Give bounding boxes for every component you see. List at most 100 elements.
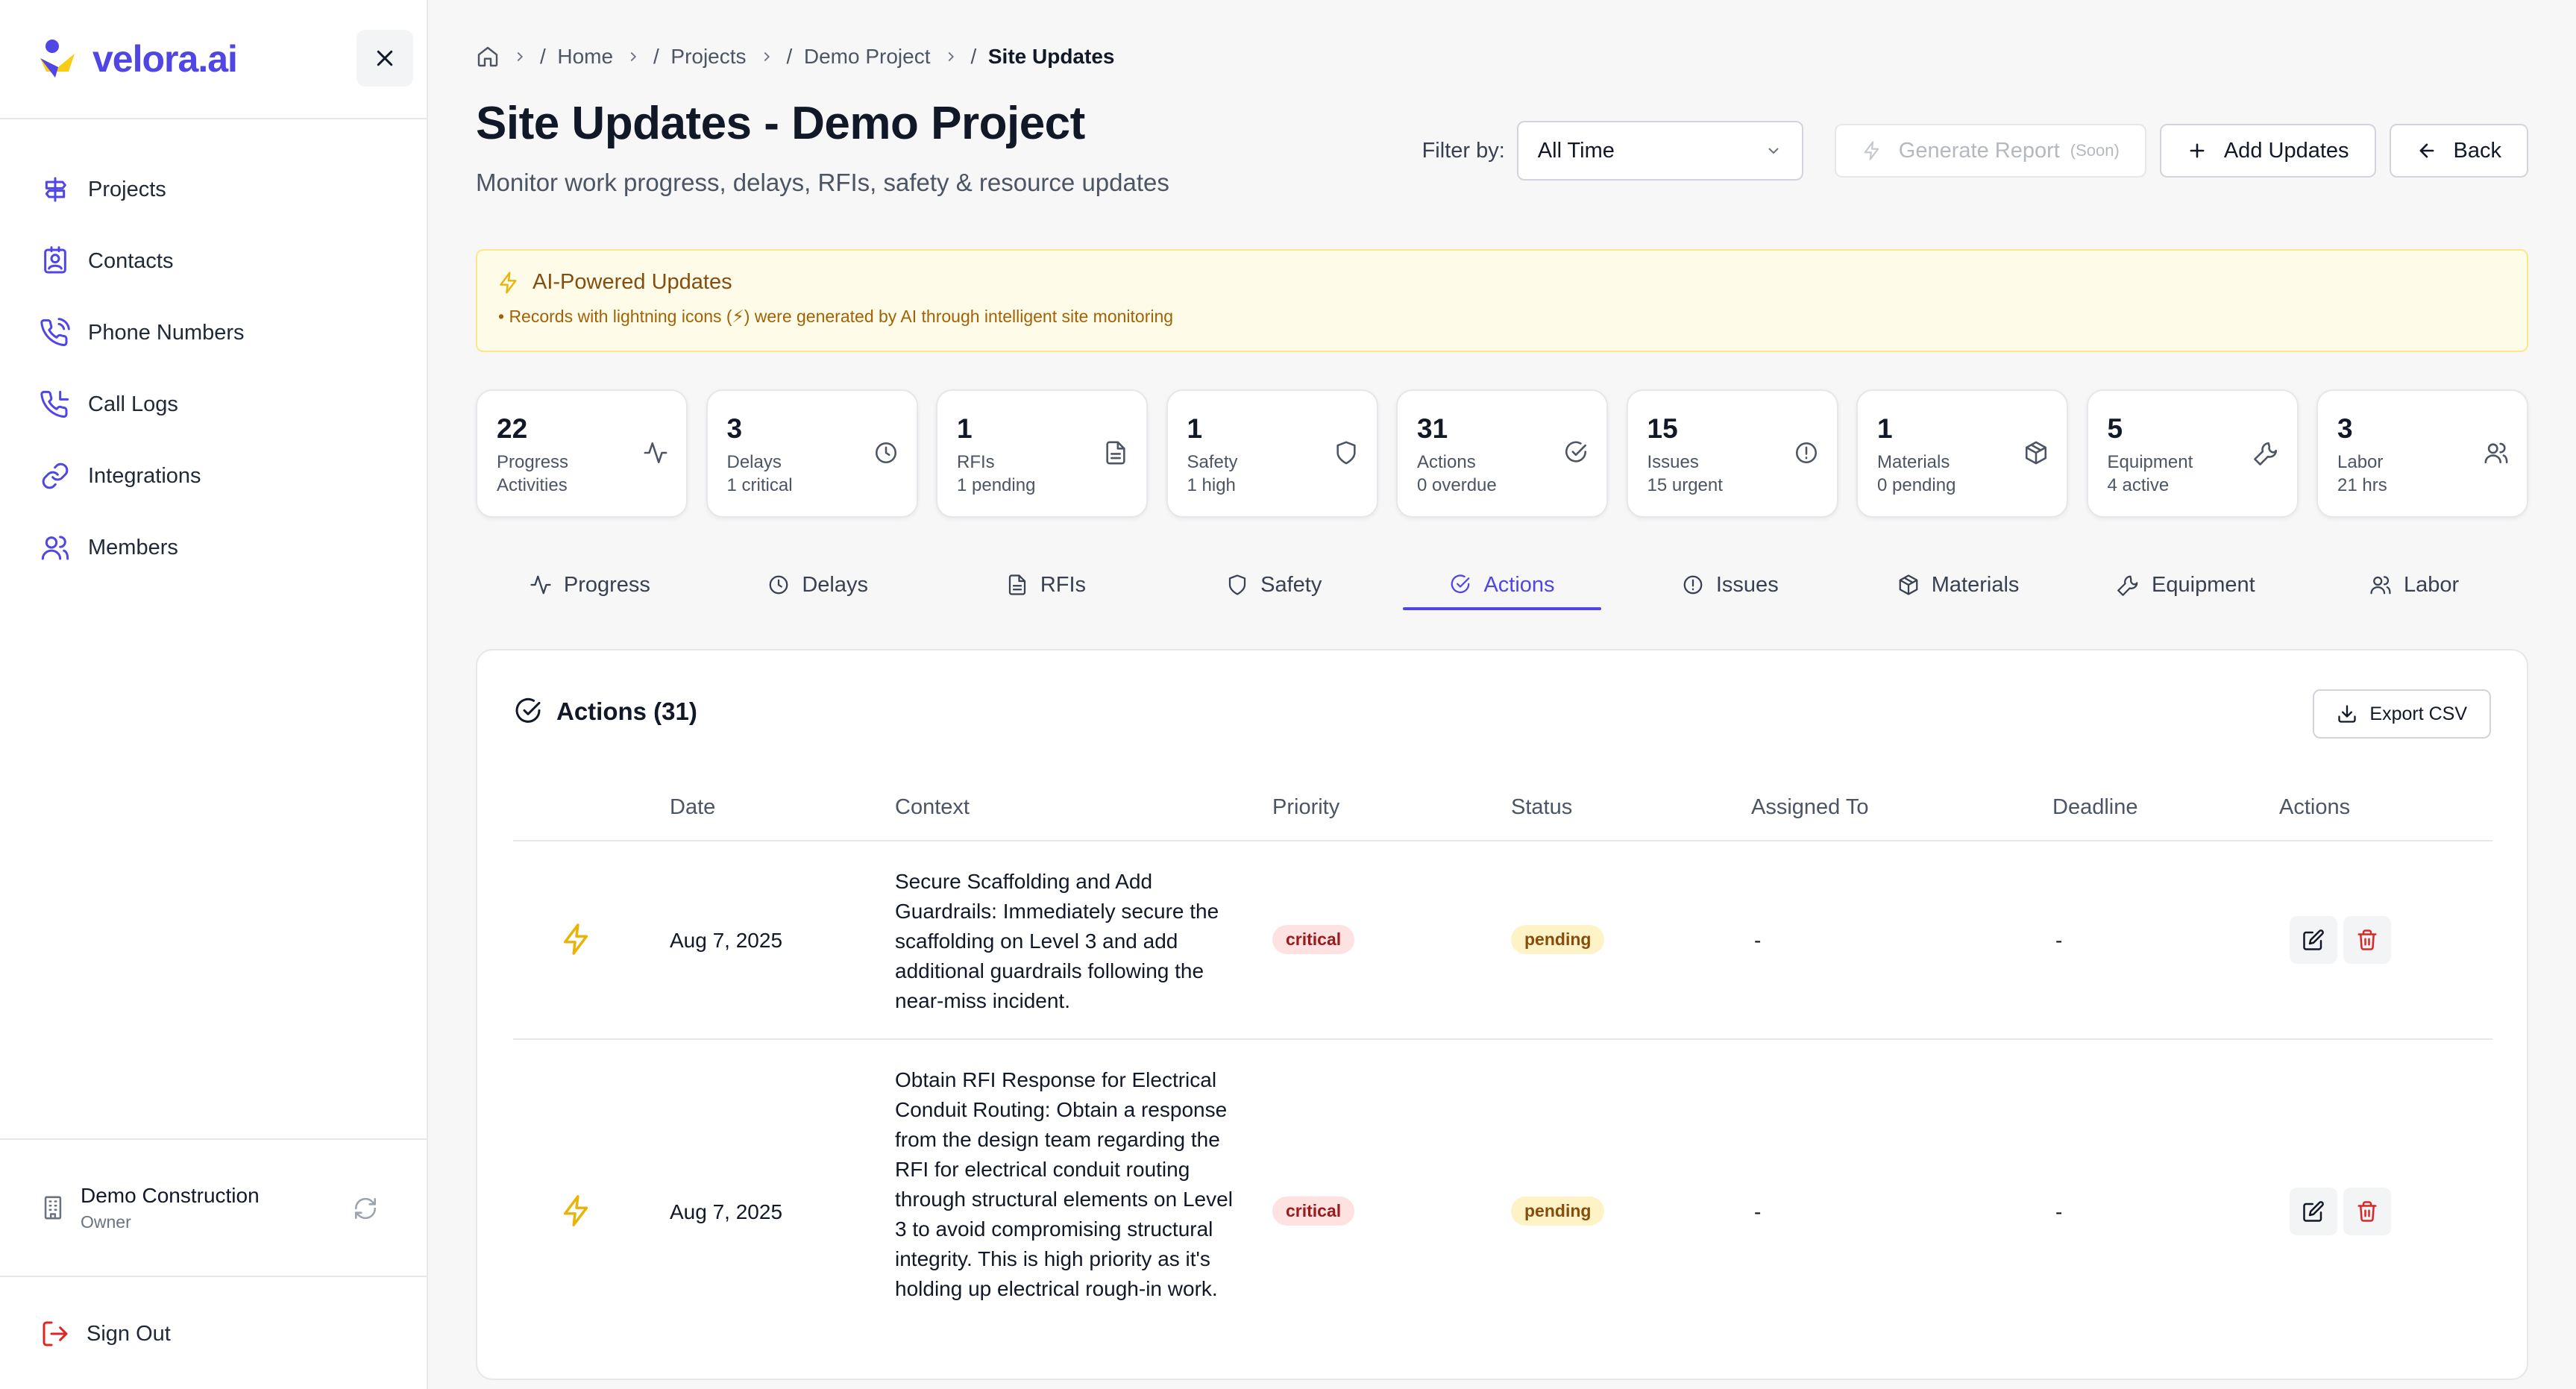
chevron-right-icon <box>758 48 775 65</box>
tab-progress[interactable]: Progress <box>476 554 704 616</box>
status-badge: pending <box>1511 925 1605 954</box>
stat-card-safety[interactable]: 1 Safety 1 high <box>1166 389 1378 518</box>
sidebar-item-label: Integrations <box>88 463 201 488</box>
stat-card-rfis[interactable]: 1 RFIs 1 pending <box>936 389 1148 518</box>
generate-report-button[interactable]: Generate Report (Soon) <box>1834 124 2146 178</box>
time-filter-select[interactable]: All Time <box>1516 121 1803 181</box>
wrench-icon <box>2252 439 2281 467</box>
stat-card-issues[interactable]: 15 Issues 15 urgent <box>1626 389 1838 518</box>
breadcrumb-home[interactable]: Home <box>557 45 613 69</box>
column-header-assigned-to[interactable]: Assigned To <box>1751 795 1868 820</box>
document-icon <box>1006 574 1028 596</box>
delete-button[interactable] <box>2343 916 2391 964</box>
sidebar-item-phone-numbers[interactable]: Phone Numbers <box>0 297 427 369</box>
tab-safety[interactable]: Safety <box>1160 554 1388 616</box>
row-date: Aug 7, 2025 <box>670 1200 783 1223</box>
page-title: Site Updates - Demo Project <box>476 98 1085 149</box>
breadcrumb-separator: / <box>786 45 793 68</box>
tab-materials[interactable]: Materials <box>1844 554 2073 616</box>
trash-icon <box>2357 929 2377 950</box>
tab-label: Equipment <box>2152 572 2255 597</box>
users-icon <box>2482 439 2510 467</box>
back-label: Back <box>2453 138 2501 163</box>
row-deadline: - <box>2055 929 2063 952</box>
page-subtitle: Monitor work progress, delays, RFIs, saf… <box>476 169 1169 196</box>
sidebar-item-integrations[interactable]: Integrations <box>0 440 427 512</box>
edit-button[interactable] <box>2290 916 2337 964</box>
alert-circle-icon <box>1792 439 1821 467</box>
export-csv-button[interactable]: Export CSV <box>2313 689 2491 739</box>
home-icon[interactable] <box>476 45 500 69</box>
tab-label: RFIs <box>1040 572 1087 597</box>
stats-row: 22 Progress Activities 3 Delays 1 critic… <box>476 389 2528 518</box>
organization-switcher[interactable]: Demo Construction Owner <box>0 1138 427 1277</box>
shield-icon <box>1226 574 1248 596</box>
sidebar-item-contacts[interactable]: Contacts <box>0 225 427 297</box>
priority-badge-text: critical <box>1272 1197 1355 1226</box>
column-header-deadline[interactable]: Deadline <box>2052 795 2137 820</box>
priority-badge: critical <box>1272 1197 1355 1226</box>
tab-labor[interactable]: Labor <box>2300 554 2528 616</box>
stat-card-materials[interactable]: 1 Materials 0 pending <box>1856 389 2068 518</box>
users-icon <box>39 531 72 564</box>
check-circle-icon <box>1449 574 1471 596</box>
stat-sub: Activities <box>497 475 568 496</box>
users-icon <box>2369 574 2392 596</box>
sidebar-item-label: Contacts <box>88 248 174 273</box>
sidebar-item-call-logs[interactable]: Call Logs <box>0 369 427 440</box>
phone-icon <box>39 316 72 349</box>
arrow-left-icon <box>2416 140 2437 161</box>
column-header-status[interactable]: Status <box>1511 795 1572 820</box>
table-row[interactable]: Aug 7, 2025 Obtain RFI Response for Elec… <box>513 1040 2492 1379</box>
sidebar-item-label: Projects <box>88 177 166 201</box>
refresh-icon[interactable] <box>349 1192 382 1225</box>
tab-actions[interactable]: Actions <box>1388 554 1616 616</box>
tab-issues[interactable]: Issues <box>1616 554 1844 616</box>
stat-sub: 15 urgent <box>1647 475 1723 496</box>
tab-delays[interactable]: Delays <box>704 554 932 616</box>
link-icon <box>39 460 72 492</box>
ai-banner-description: • Records with lightning icons (⚡) were … <box>498 307 1174 326</box>
stat-card-actions[interactable]: 31 Actions 0 overdue <box>1396 389 1608 518</box>
tab-rfis[interactable]: RFIs <box>932 554 1160 616</box>
wrench-icon <box>2117 574 2140 596</box>
breadcrumb-current: Site Updates <box>987 45 1115 68</box>
check-circle-icon <box>513 697 543 727</box>
sidebar-item-projects[interactable]: Projects <box>0 154 427 225</box>
activity-icon <box>530 574 552 596</box>
stat-card-delays[interactable]: 3 Delays 1 critical <box>706 389 918 518</box>
close-sidebar-button[interactable] <box>356 30 413 87</box>
sidebar-item-members[interactable]: Members <box>0 512 427 583</box>
stat-card-equipment[interactable]: 5 Equipment 4 active <box>2086 389 2299 518</box>
delete-button[interactable] <box>2343 1188 2391 1235</box>
soon-badge: (Soon) <box>2070 141 2120 160</box>
tab-equipment[interactable]: Equipment <box>2072 554 2300 616</box>
stat-card-progress[interactable]: 22 Progress Activities <box>476 389 688 518</box>
status-badge-text: pending <box>1511 925 1605 954</box>
back-button[interactable]: Back <box>2389 124 2528 178</box>
row-context: Obtain RFI Response for Electrical Condu… <box>895 1068 1233 1300</box>
toolbar: Filter by: All Time Generate Report (Soo… <box>1422 121 2528 181</box>
breadcrumb-demo-project[interactable]: Demo Project <box>804 45 931 69</box>
column-header-date[interactable]: Date <box>670 795 715 820</box>
breadcrumb-projects[interactable]: Projects <box>670 45 746 69</box>
add-updates-button[interactable]: Add Updates <box>2159 124 2376 178</box>
actions-card-title: Actions (31) <box>513 697 697 727</box>
stat-card-labor[interactable]: 3 Labor 21 hrs <box>2316 389 2528 518</box>
sidebar-item-label: Call Logs <box>88 392 178 416</box>
download-icon <box>2337 703 2357 724</box>
column-header-context[interactable]: Context <box>895 795 970 820</box>
table-row[interactable]: Aug 7, 2025 Secure Scaffolding and Add G… <box>513 841 2492 1040</box>
sign-out-button[interactable]: Sign Out <box>40 1319 171 1349</box>
activity-icon <box>641 439 670 467</box>
column-header-priority[interactable]: Priority <box>1272 795 1339 820</box>
edit-button[interactable] <box>2290 1188 2337 1235</box>
tab-label: Progress <box>563 572 650 597</box>
breadcrumb: / Home / Projects / Demo Project / Site … <box>476 45 1114 69</box>
ai-banner-title: AI-Powered Updates <box>533 270 732 294</box>
package-icon <box>2022 439 2050 467</box>
row-context: Secure Scaffolding and Add Guardrails: I… <box>895 870 1219 1012</box>
edit-icon <box>2303 929 2324 950</box>
actions-title-text: Actions (31) <box>556 697 697 725</box>
tab-label: Materials <box>1931 572 2020 597</box>
